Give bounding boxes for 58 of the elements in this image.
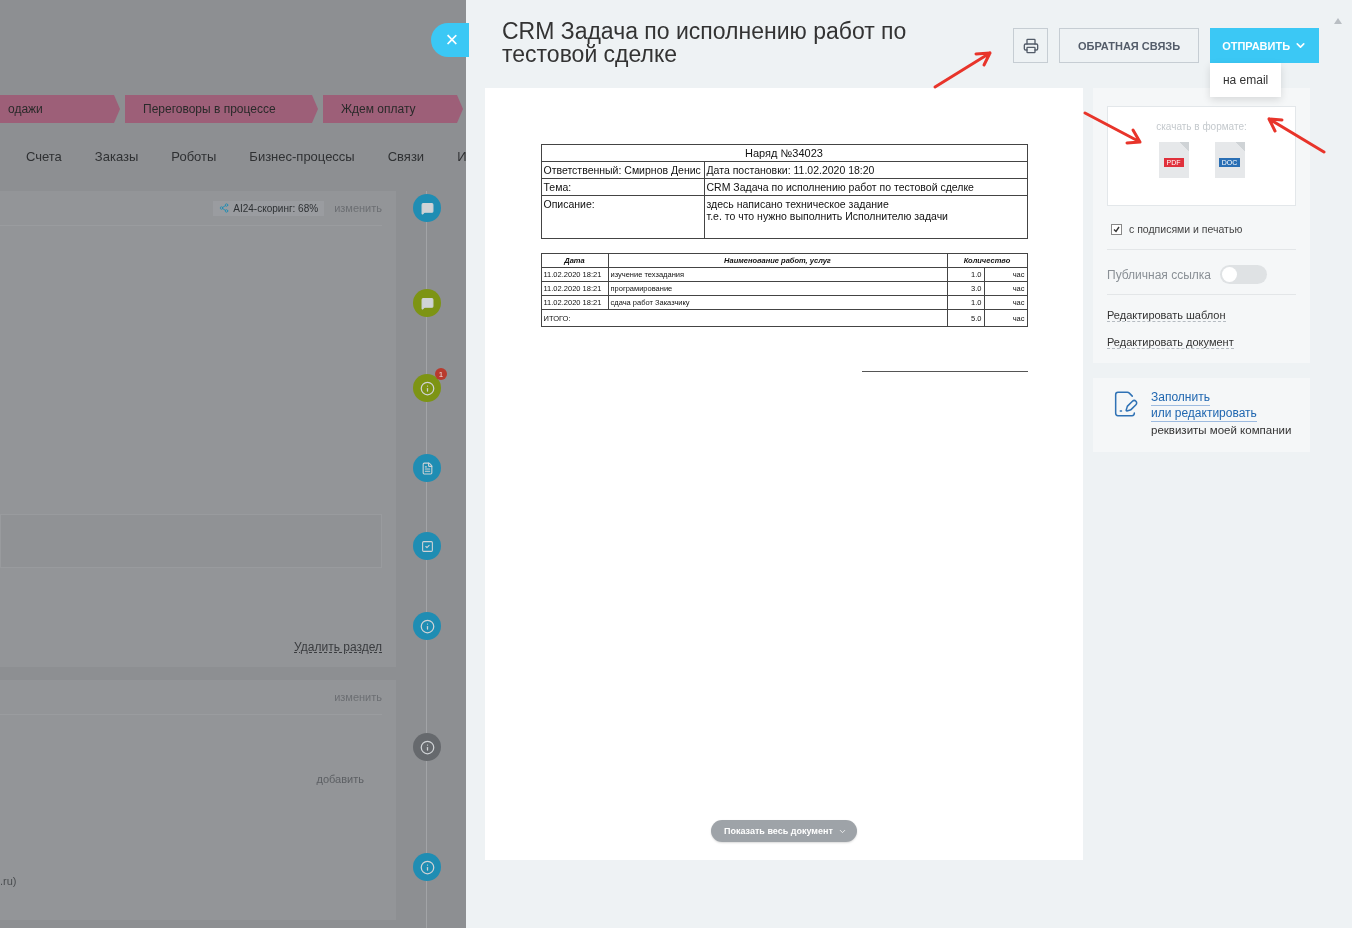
menu-item[interactable]: на email [1210, 73, 1282, 87]
print-button[interactable] [1013, 28, 1048, 63]
company-text: реквизиты моей компании [1151, 423, 1292, 438]
checkbox[interactable] [1111, 223, 1122, 235]
table-cell: Тема: [541, 178, 704, 196]
tab[interactable]: Счета [26, 149, 62, 169]
pipeline-stage[interactable]: Переговоры в процессе [125, 95, 318, 123]
table-cell: Дата постановки: 11.02.2020 18:20 [704, 161, 1027, 179]
table-cell: Ответственный: Смирнов Денис [541, 161, 704, 179]
pointer-arrow [1083, 111, 1142, 145]
timeline-node[interactable] [413, 194, 441, 222]
timeline-node[interactable] [413, 612, 441, 640]
info-icon [419, 618, 435, 634]
public-link-label: Публичная ссылка [1107, 267, 1211, 282]
edit-link[interactable]: Редактировать шаблон [1107, 309, 1226, 322]
company-link[interactable]: Заполнить [1151, 390, 1210, 406]
pipeline-stage[interactable]: Ждем оплату [323, 95, 463, 123]
tab[interactable]: И [457, 149, 466, 169]
table-cell: Описание: [541, 195, 704, 239]
checkbox-label: с подписями и печатью [1129, 223, 1243, 235]
timeline-node[interactable] [413, 289, 441, 317]
count-badge: 1 [435, 368, 447, 380]
document-icon [420, 461, 434, 475]
comment-icon [420, 296, 434, 310]
company-link[interactable]: или редактировать [1151, 406, 1257, 422]
share-icon [219, 203, 230, 213]
info-icon [419, 859, 435, 875]
edit-link[interactable]: Редактировать документ [1107, 336, 1234, 349]
task-check-icon [420, 539, 434, 553]
feedback-button[interactable]: ОБРАТНАЯ СВЯЗЬ [1059, 28, 1200, 63]
download-label: скачать в формате: [1156, 121, 1247, 132]
timeline-node[interactable] [413, 532, 441, 560]
scroll-up-icon[interactable] [1334, 18, 1342, 24]
panel-title: CRM Задача по исполнению работ по тестовой сделке [502, 20, 908, 66]
tab[interactable]: Связи [387, 149, 425, 169]
scoring-badge[interactable]: AI24-скоринг: 68% [213, 200, 325, 216]
table-cell: здесь написано техническое задание т.е. то что нужно выполнить Исполнителю задачи [704, 195, 1027, 239]
timeline-node[interactable] [413, 454, 441, 482]
pipeline-stage[interactable]: одажи [0, 95, 120, 123]
tab[interactable]: Заказы [94, 149, 139, 169]
table-cell: CRM Задача по исполнению работ по тестовой сделке [704, 178, 1027, 196]
timeline-node[interactable] [413, 374, 441, 402]
pointer-arrow [933, 51, 992, 89]
contact-text: .ru) [0, 875, 18, 887]
info-icon [419, 739, 435, 755]
pointer-arrow [1267, 117, 1326, 154]
delete-section-link[interactable]: Удалить раздел [294, 640, 382, 654]
document-title: Наряд №34023 [541, 144, 1027, 162]
comment-icon [420, 201, 434, 215]
toggle-switch[interactable] [1220, 265, 1267, 284]
show-all-button[interactable]: Показать весь документ [711, 820, 857, 842]
print-icon [1022, 37, 1039, 54]
timeline-node[interactable] [413, 733, 441, 761]
timeline-node[interactable] [413, 853, 441, 881]
tab[interactable]: Бизнес-процессы [249, 149, 355, 169]
check-icon [1113, 225, 1120, 233]
tab[interactable]: Роботы [171, 149, 217, 169]
info-icon [419, 380, 435, 396]
